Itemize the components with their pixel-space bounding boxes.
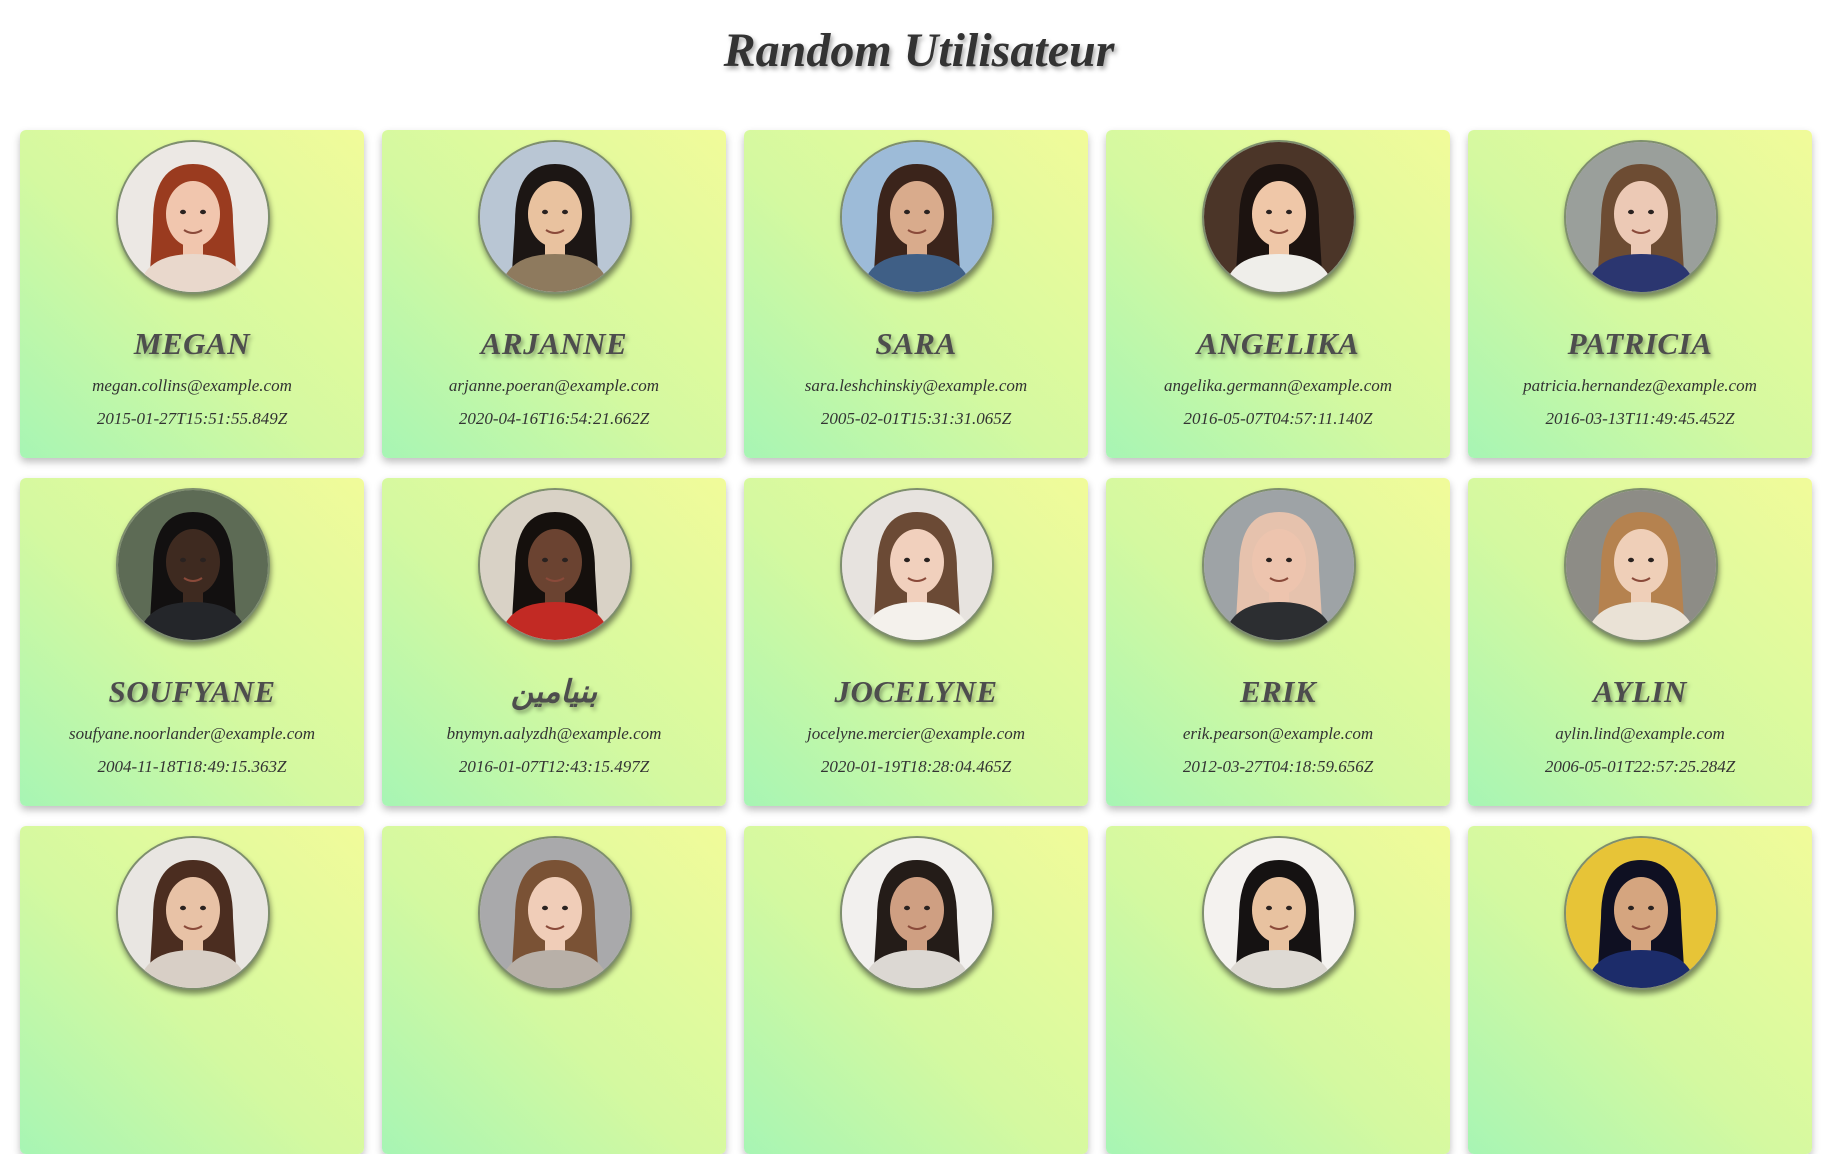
user-photo-icon [118, 490, 268, 640]
user-avatar [1202, 140, 1356, 294]
page-title: Random Utilisateur [723, 24, 1115, 77]
user-avatar [478, 488, 632, 642]
user-photo-icon [842, 838, 992, 988]
user-card: بنيامين bnymyn.aalyzdh@example.com 2016-01… [382, 478, 726, 806]
user-card: JOCELYNE jocelyne.mercier@example.com 2020… [744, 478, 1088, 806]
user-name: SARA [875, 326, 957, 361]
user-registered-date: 2016-01-07T12:43:15.497Z [458, 757, 650, 776]
user-avatar [1564, 140, 1718, 294]
user-card: AYLIN aylin.lind@example.com 2006-05-01T22… [1468, 478, 1812, 806]
user-email: angelika.germann@example.com [1163, 376, 1393, 395]
user-email: megan.collins@example.com [92, 376, 292, 395]
user-email: erik.pearson@example.com [1182, 724, 1374, 743]
user-card [744, 826, 1088, 1154]
user-email: patricia.hernandez@example.com [1523, 376, 1757, 395]
user-email: arjanne.poeran@example.com [448, 376, 660, 395]
user-name: ARJANNE [480, 326, 628, 361]
user-photo-icon [1566, 490, 1716, 640]
user-avatar [478, 836, 632, 990]
user-avatar [1202, 488, 1356, 642]
user-photo-icon [1204, 490, 1354, 640]
user-photo-icon [1204, 142, 1354, 292]
user-name: SOUFYANE [108, 674, 276, 709]
user-email: aylin.lind@example.com [1555, 724, 1725, 743]
user-email: sara.leshchinskiy@example.com [804, 376, 1028, 395]
user-avatar [1564, 836, 1718, 990]
user-photo-icon [118, 142, 268, 292]
user-name: MEGAN [133, 326, 251, 361]
user-photo-icon [1204, 838, 1354, 988]
user-photo-icon [480, 142, 630, 292]
user-name: ANGELIKA [1196, 326, 1360, 361]
user-photo-icon [1566, 142, 1716, 292]
user-photo-icon [480, 490, 630, 640]
user-registered-date: 2020-04-16T16:54:21.662Z [458, 409, 650, 428]
user-card: SOUFYANE soufyane.noorlander@example.com 2… [20, 478, 364, 806]
user-avatar [1564, 488, 1718, 642]
user-avatar [116, 140, 270, 294]
user-card: PATRICIA patricia.hernandez@example.com 20… [1468, 130, 1812, 458]
user-email: soufyane.noorlander@example.com [68, 724, 316, 743]
user-email: bnymyn.aalyzdh@example.com [446, 724, 662, 743]
user-card: SARA sara.leshchinskiy@example.com 2005-02… [744, 130, 1088, 458]
user-name: PATRICIA [1567, 326, 1713, 361]
user-photo-icon [842, 490, 992, 640]
user-avatar [116, 488, 270, 642]
user-card-grid: MEGAN megan.collins@example.com 2015-01-27… [20, 130, 1818, 1154]
user-registered-date: 2004-11-18T18:49:15.363Z [97, 757, 287, 776]
user-card: MEGAN megan.collins@example.com 2015-01-27… [20, 130, 364, 458]
user-card: ANGELIKA angelika.germann@example.com 2016… [1106, 130, 1450, 458]
user-card: ARJANNE arjanne.poeran@example.com 2020-04… [382, 130, 726, 458]
user-name: JOCELYNE [834, 674, 998, 709]
user-registered-date: 2012-03-27T04:18:59.656Z [1182, 757, 1374, 776]
user-registered-date: 2016-03-13T11:49:45.452Z [1545, 409, 1735, 428]
user-photo-icon [480, 838, 630, 988]
user-avatar [478, 140, 632, 294]
user-photo-icon [1566, 838, 1716, 988]
user-card [20, 826, 364, 1154]
user-registered-date: 2016-05-07T04:57:11.140Z [1183, 409, 1373, 428]
user-card [1468, 826, 1812, 1154]
user-avatar [116, 836, 270, 990]
user-photo-icon [118, 838, 268, 988]
user-registered-date: 2006-05-01T22:57:25.284Z [1544, 757, 1736, 776]
user-avatar [840, 836, 994, 990]
user-email: jocelyne.mercier@example.com [807, 724, 1025, 743]
user-name: AYLIN [1593, 674, 1687, 709]
user-avatar [1202, 836, 1356, 990]
user-registered-date: 2005-02-01T15:31:31.065Z [820, 409, 1012, 428]
user-avatar [840, 488, 994, 642]
user-registered-date: 2020-01-19T18:28:04.465Z [820, 757, 1012, 776]
user-avatar [840, 140, 994, 294]
user-card: ERIK erik.pearson@example.com 2012-03-27T0… [1106, 478, 1450, 806]
user-card [382, 826, 726, 1154]
user-name: ERIK [1239, 674, 1317, 709]
user-name: بنيامين [510, 674, 598, 709]
user-photo-icon [842, 142, 992, 292]
user-registered-date: 2015-01-27T15:51:55.849Z [96, 409, 288, 428]
user-card [1106, 826, 1450, 1154]
